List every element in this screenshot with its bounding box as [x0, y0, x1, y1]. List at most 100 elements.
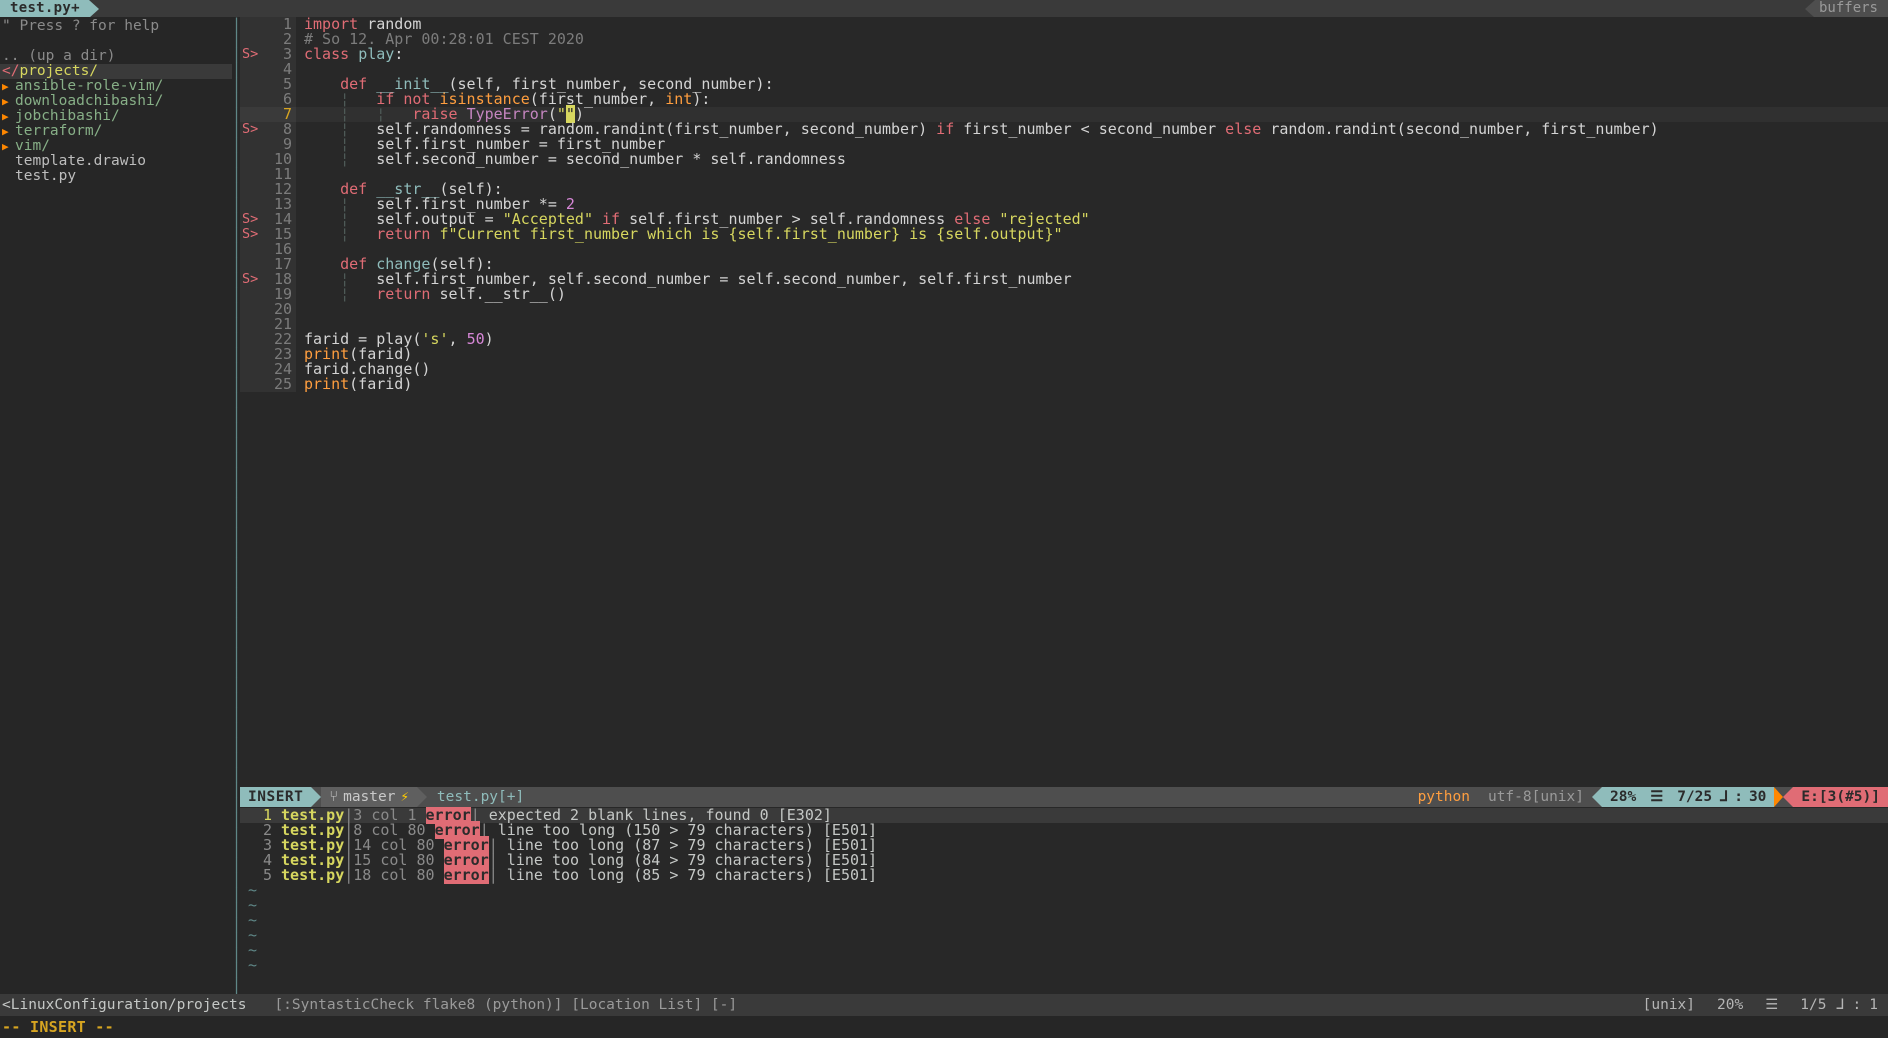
statusline-sep-3-icon	[1592, 787, 1602, 807]
filetype-label: python	[1417, 789, 1470, 805]
nerdtree-cwd[interactable]: </projects/	[0, 64, 232, 79]
bottom-right-group: [unix] 20% ☰ 1/5 ⅃ : 1	[1643, 994, 1888, 1016]
empty-line-marker: ~	[248, 911, 258, 929]
statusline-mode-label: INSERT	[248, 789, 304, 805]
column-separator: :	[1734, 789, 1743, 805]
file-tree-sidebar[interactable]: " Press ? for help .. (up a dir) </proje…	[0, 17, 232, 994]
vim-window: test.py+ buffers " Press ? for help .. (…	[0, 0, 1888, 1038]
sign-column	[240, 287, 262, 302]
code-token: self.second_number = second_number * sel…	[376, 150, 846, 168]
command-line[interactable]: -- INSERT --	[0, 1016, 1888, 1038]
code-line[interactable]: 24 farid.change()	[240, 362, 1888, 377]
bottom-lines-icon: ☰	[1765, 997, 1779, 1013]
statusline-mode: INSERT	[240, 787, 312, 807]
code-token: first_number < second_number	[954, 120, 1226, 138]
code-text: print(farid)	[296, 377, 412, 392]
code-token: return	[376, 225, 440, 243]
location-sep: |	[488, 866, 498, 884]
code-token: (farid)	[349, 375, 413, 393]
empty-line-marker: ~	[248, 926, 258, 944]
nerdtree-item-6[interactable]: test.py	[0, 169, 232, 184]
code-token: int	[665, 90, 693, 108]
code-line[interactable]: 22 farid = play('s', 50)	[240, 332, 1888, 347]
nerdtree-item-4[interactable]: ▶ vim/	[0, 139, 232, 154]
code-token: 's'	[421, 330, 449, 348]
sign-column	[240, 92, 262, 107]
empty-line-marker: ~	[248, 956, 258, 974]
statusline-filename: test.py[+]	[426, 787, 1408, 807]
command-line-label: -- INSERT --	[2, 1018, 114, 1036]
encoding-label: utf-8[unix]	[1487, 789, 1584, 805]
branch-label: master	[343, 789, 396, 805]
syntastic-error-sign-icon: S>	[240, 212, 262, 227]
location-list-row[interactable]: 5 test.py|18 col 80 error| line too long…	[240, 866, 1888, 884]
nerdtree-item-label: test.py	[15, 168, 77, 184]
sign-column	[240, 317, 262, 332]
tab-buffers-label: buffers	[1818, 0, 1878, 16]
location-list[interactable]: 1 test.py|3 col 1 error| expected 2 blan…	[240, 807, 1888, 994]
bottom-column-separator: :	[1852, 997, 1862, 1013]
chevron-right-icon: ▶	[2, 125, 9, 138]
code-token: self.__str__()	[439, 285, 566, 303]
sign-column	[240, 167, 262, 182]
code-token: f"Current first_number which is {self.fi…	[439, 225, 1063, 243]
line-position-label: 7/25	[1677, 789, 1713, 805]
statusline-filetype: python	[1407, 787, 1480, 807]
nerdtree-item-label: template.drawio	[15, 153, 146, 169]
code-line[interactable]: 10 ¦ self.second_number = second_number …	[240, 152, 1888, 167]
nerdtree-item-5[interactable]: template.drawio	[0, 154, 232, 169]
tab-buffers[interactable]: buffers	[1814, 0, 1888, 17]
code-token: else	[1225, 120, 1262, 138]
sign-column	[240, 257, 262, 272]
location-sep: |	[344, 866, 354, 884]
nerdtree-item-label: jobchibashi/	[15, 108, 120, 124]
tabline: test.py+ buffers	[0, 0, 1888, 18]
nerdtree-item-1[interactable]: ▶ downloadchibashi/	[0, 94, 232, 109]
tab-test-py[interactable]: test.py+	[0, 0, 89, 17]
code-token: :	[394, 45, 404, 63]
nerdtree-item-2[interactable]: ▶ jobchibashi/	[0, 109, 232, 124]
branch-icon: ⑂	[329, 789, 339, 805]
code-token: play	[358, 45, 395, 63]
code-line[interactable]: 19 ¦ return self.__str__()	[240, 287, 1888, 302]
code-line[interactable]: S> 3 class play:	[240, 47, 1888, 62]
statusline-error-count[interactable]: E:[3(#5)]	[1793, 787, 1888, 807]
statusline-position: 28% ☰ 7/25 ⅃ : 30	[1602, 787, 1775, 807]
code-editor[interactable]: 1 import random 2 # So 12. Apr 00:28:01 CE…	[240, 17, 1888, 787]
sign-column	[240, 302, 262, 317]
bottom-position-label: 1/5	[1800, 997, 1827, 1013]
nerdtree-item-3[interactable]: ▶ terraform/	[0, 124, 232, 139]
sign-column	[240, 182, 262, 197]
sign-column	[240, 362, 262, 377]
nerdtree-item-0[interactable]: ▶ ansible-role-vim/	[0, 79, 232, 94]
bottom-column-icon: ⅃	[1836, 997, 1845, 1013]
code-text: ¦ self.second_number = second_number * s…	[296, 152, 846, 167]
sign-column	[240, 152, 262, 167]
nerdtree-up-a-dir[interactable]: .. (up a dir)	[0, 49, 232, 64]
code-line[interactable]: 25 print(farid)	[240, 377, 1888, 392]
syntastic-error-sign-icon: S>	[240, 122, 262, 137]
tab-right-separator-icon	[1804, 0, 1815, 18]
code-line[interactable]: S> 15 ¦ return f"Current first_number whi…	[240, 227, 1888, 242]
sign-column	[240, 77, 262, 92]
tabline-right: buffers	[1804, 0, 1888, 18]
nerdtree-item-label: downloadchibashi/	[15, 93, 164, 109]
bottom-format-label: [unix]	[1642, 997, 1696, 1013]
code-token: random.randint(second_number, first_numb…	[1261, 120, 1659, 138]
column-icon: ⅃	[1720, 789, 1729, 805]
lines-icon: ☰	[1650, 789, 1664, 805]
sign-column	[240, 332, 262, 347]
code-line[interactable]: 2 # So 12. Apr 00:28:01 CEST 2020	[240, 32, 1888, 47]
line-number: 25	[262, 377, 296, 392]
nerdtree-item-label: terraform/	[15, 123, 103, 139]
code-line[interactable]: 20	[240, 302, 1888, 317]
nerdtree-help-hint: " Press ? for help	[2, 18, 160, 34]
code-line[interactable]: 23 print(farid)	[240, 347, 1888, 362]
nerdtree-item-label: vim/	[15, 138, 50, 154]
syntastic-error-sign-icon: S>	[240, 227, 262, 242]
code-token: ):	[692, 90, 711, 108]
